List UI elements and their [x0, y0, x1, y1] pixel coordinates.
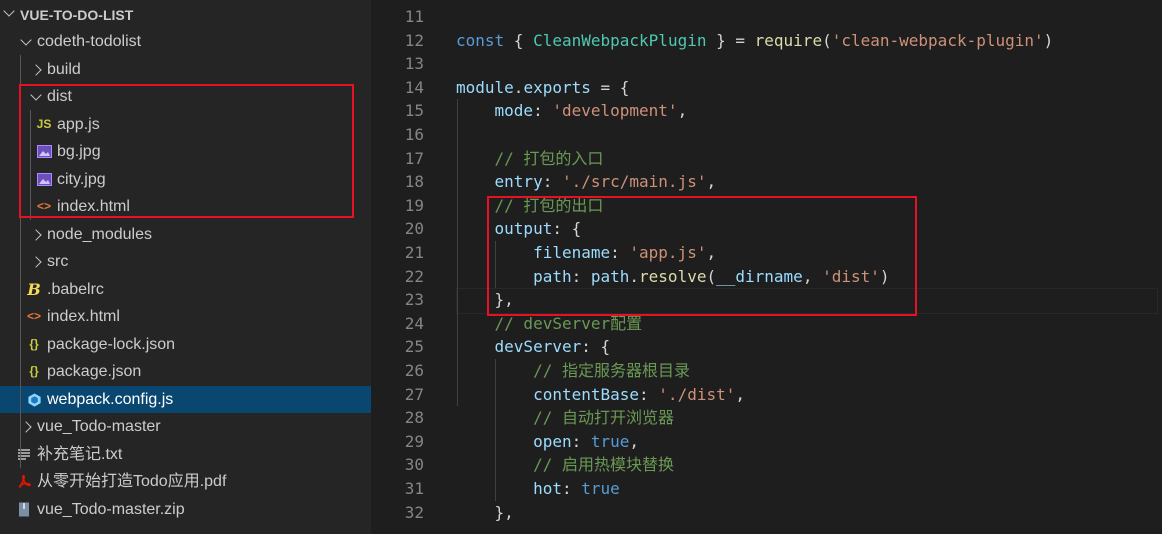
explorer-file[interactable]: webpack.config.js — [0, 385, 371, 413]
line-number: 28 — [404, 408, 424, 428]
chevron-right-icon — [30, 63, 42, 76]
line-number: 18 — [404, 172, 424, 192]
line-number: 32 — [404, 502, 424, 522]
line-number: 26 — [404, 361, 424, 380]
explorer-folder[interactable]: codeth-todolist — [0, 28, 371, 56]
explorer-item-label: package.json — [47, 363, 142, 380]
code-editor[interactable]: 11 12 const { CleanWebpackPlugin } = requi… — [371, 0, 1162, 534]
code-text: contentBase: './dist', — [533, 384, 745, 404]
code-text: entry: './src/main.js', — [494, 172, 717, 192]
line-number: 14 — [404, 77, 424, 97]
babel-file-icon: B — [27, 279, 41, 299]
code-line[interactable]: 11 — [371, 5, 1162, 29]
explorer-file[interactable]: 从零开始打造Todo应用.pdf — [0, 468, 371, 496]
file-explorer: VUE-TO-DO-LIST codeth-todolist build dist J… — [0, 0, 371, 534]
explorer-folder[interactable]: src — [0, 248, 371, 276]
code-text: open: true, — [533, 431, 640, 451]
line-number: 19 — [404, 195, 424, 215]
code-line[interactable]: 13 — [371, 52, 1162, 76]
code-line[interactable]: 25 devServer: { — [371, 335, 1162, 359]
explorer-item-label: vue_Todo-master.zip — [37, 500, 185, 518]
html-file-icon: <> — [26, 309, 41, 323]
code-text: const { CleanWebpackPlugin } = require('… — [456, 30, 1054, 50]
explorer-folder[interactable]: build — [0, 56, 371, 84]
explorer-root-folder[interactable]: VUE-TO-DO-LIST — [0, 0, 371, 28]
explorer-item-label: 补充笔记.txt — [37, 445, 123, 463]
code-line[interactable]: 26 // 指定服务器根目录 — [371, 359, 1162, 383]
code-text: // 自动打开浏览器 — [533, 408, 674, 428]
code-text: devServer: { — [494, 337, 611, 357]
zip-file-icon — [16, 496, 32, 528]
explorer-file[interactable]: <> index.html — [0, 303, 371, 331]
line-number: 23 — [404, 290, 424, 310]
code-line[interactable]: 12 const { CleanWebpackPlugin } = require… — [371, 29, 1162, 53]
chevron-down-icon — [3, 5, 15, 17]
explorer-item-label: src — [47, 253, 69, 270]
code-line[interactable]: 18 entry: './src/main.js', — [371, 170, 1162, 194]
line-number: 17 — [404, 148, 424, 168]
explorer-item-label: codeth-todolist — [37, 33, 142, 50]
explorer-item-label: index.html — [47, 308, 120, 325]
line-number: 24 — [404, 313, 424, 333]
code-line[interactable]: 30 // 启用热模块替换 — [371, 453, 1162, 477]
code-text: // 打包的入口 — [494, 148, 604, 168]
chevron-right-icon — [30, 256, 42, 268]
line-number: 11 — [404, 7, 424, 26]
code-text: module.exports = { — [456, 77, 630, 97]
line-number: 21 — [404, 243, 424, 262]
explorer-item-label: 从零开始打造Todo应用.pdf — [37, 473, 227, 490]
explorer-item-label: vue_Todo-master — [37, 418, 161, 435]
code-line[interactable]: 17 // 打包的入口 — [371, 147, 1162, 171]
code-text: }, — [456, 502, 514, 522]
code-text: mode: 'development', — [494, 101, 688, 121]
code-text: hot: true — [533, 479, 620, 498]
line-number: 20 — [404, 219, 424, 239]
code-line[interactable]: 29 open: true, — [371, 430, 1162, 454]
code-line[interactable]: 16 — [371, 123, 1162, 147]
code-line[interactable]: 32 }, — [371, 501, 1162, 525]
code-text: // 指定服务器根目录 — [533, 361, 690, 380]
explorer-item-label: build — [47, 60, 81, 78]
line-number: 22 — [404, 266, 424, 286]
explorer-file[interactable]: {} package.json — [0, 358, 371, 386]
line-number: 31 — [404, 479, 424, 498]
code-line[interactable]: 31 hot: true — [371, 477, 1162, 501]
explorer-folder[interactable]: node_modules — [0, 221, 371, 249]
line-number: 25 — [404, 337, 424, 357]
code-line[interactable]: 15 mode: 'development', — [371, 99, 1162, 123]
line-number: 30 — [404, 455, 424, 475]
explorer-file[interactable]: {} package-lock.json — [0, 331, 371, 359]
line-number: 16 — [404, 125, 424, 144]
code-indent-guide — [495, 359, 496, 501]
chevron-right-icon — [30, 228, 42, 241]
line-number: 13 — [404, 54, 424, 74]
explorer-item-label: package-lock.json — [47, 335, 176, 353]
explorer-item-label: node_modules — [47, 225, 152, 243]
code-text: // 启用热模块替换 — [533, 455, 674, 475]
explorer-file[interactable]: vue_Todo-master.zip — [0, 496, 371, 524]
line-number: 29 — [404, 431, 424, 451]
json-file-icon: {} — [29, 336, 39, 351]
json-file-icon: {} — [29, 364, 39, 378]
explorer-item-label: webpack.config.js — [47, 390, 174, 408]
line-number: 12 — [404, 30, 424, 50]
line-number: 15 — [404, 101, 424, 121]
code-indent-guide — [457, 99, 458, 407]
explorer-item-label: .babelrc — [47, 280, 104, 298]
explorer-file[interactable]: 补充笔记.txt — [0, 441, 371, 469]
chevron-down-icon — [20, 34, 32, 46]
code-line[interactable]: 14 module.exports = { — [371, 76, 1162, 100]
code-line[interactable]: 27 contentBase: './dist', — [371, 383, 1162, 407]
explorer-file[interactable]: B .babelrc — [0, 276, 371, 304]
explorer-folder[interactable]: vue_Todo-master — [0, 413, 371, 441]
highlight-box-dist — [19, 84, 354, 218]
highlight-box-output — [487, 196, 917, 316]
chevron-right-icon — [20, 421, 32, 433]
line-number: 27 — [404, 384, 424, 404]
explorer-root-title: VUE-TO-DO-LIST — [20, 7, 134, 23]
code-line[interactable]: 28 // 自动打开浏览器 — [371, 406, 1162, 430]
